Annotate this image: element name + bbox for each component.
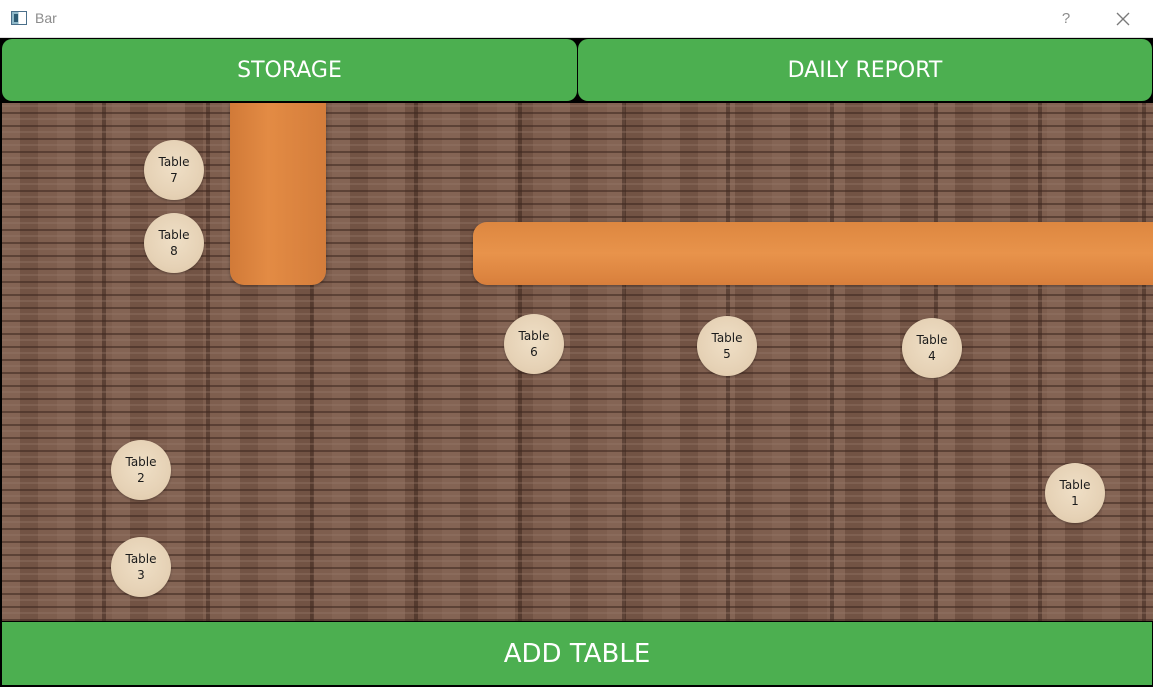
table-number: 5 <box>723 347 731 361</box>
table-label: Table <box>518 329 550 343</box>
table-7[interactable]: Table 7 <box>144 140 204 200</box>
table-label: Table <box>158 228 190 242</box>
help-button[interactable]: ? <box>1055 7 1077 31</box>
table-label: Table <box>1059 478 1091 492</box>
window-title: Bar <box>35 10 57 26</box>
bar-counter-horizontal <box>473 222 1153 285</box>
table-2[interactable]: Table 2 <box>111 440 171 500</box>
table-number: 7 <box>170 171 178 185</box>
table-label: Table <box>125 455 157 469</box>
app-window-icon <box>11 11 27 25</box>
table-number: 6 <box>530 345 538 359</box>
table-label: Table <box>711 331 743 345</box>
table-number: 4 <box>928 349 936 363</box>
table-number: 2 <box>137 471 145 485</box>
bar-window: Bar ? STORAGE DAILY REPORT Table 7 Table… <box>0 0 1153 687</box>
table-number: 1 <box>1071 494 1079 508</box>
add-table-button[interactable]: ADD TABLE <box>2 622 1152 685</box>
table-5[interactable]: Table 5 <box>697 316 757 376</box>
table-8[interactable]: Table 8 <box>144 213 204 273</box>
table-number: 8 <box>170 244 178 258</box>
table-1[interactable]: Table 1 <box>1045 463 1105 523</box>
daily-report-button[interactable]: DAILY REPORT <box>578 39 1152 101</box>
table-number: 3 <box>137 568 145 582</box>
storage-button[interactable]: STORAGE <box>2 39 577 101</box>
bar-floor-plan: Table 7 Table 8 Table 6 Table 5 Table 4 … <box>2 103 1153 621</box>
close-button[interactable] <box>1108 5 1138 33</box>
table-label: Table <box>916 333 948 347</box>
table-3[interactable]: Table 3 <box>111 537 171 597</box>
table-6[interactable]: Table 6 <box>504 314 564 374</box>
top-toolbar: STORAGE DAILY REPORT <box>2 39 1152 102</box>
table-4[interactable]: Table 4 <box>902 318 962 378</box>
close-icon <box>1116 12 1130 26</box>
title-bar: Bar ? <box>0 0 1153 38</box>
table-label: Table <box>158 155 190 169</box>
table-label: Table <box>125 552 157 566</box>
bar-counter-vertical <box>230 103 326 285</box>
